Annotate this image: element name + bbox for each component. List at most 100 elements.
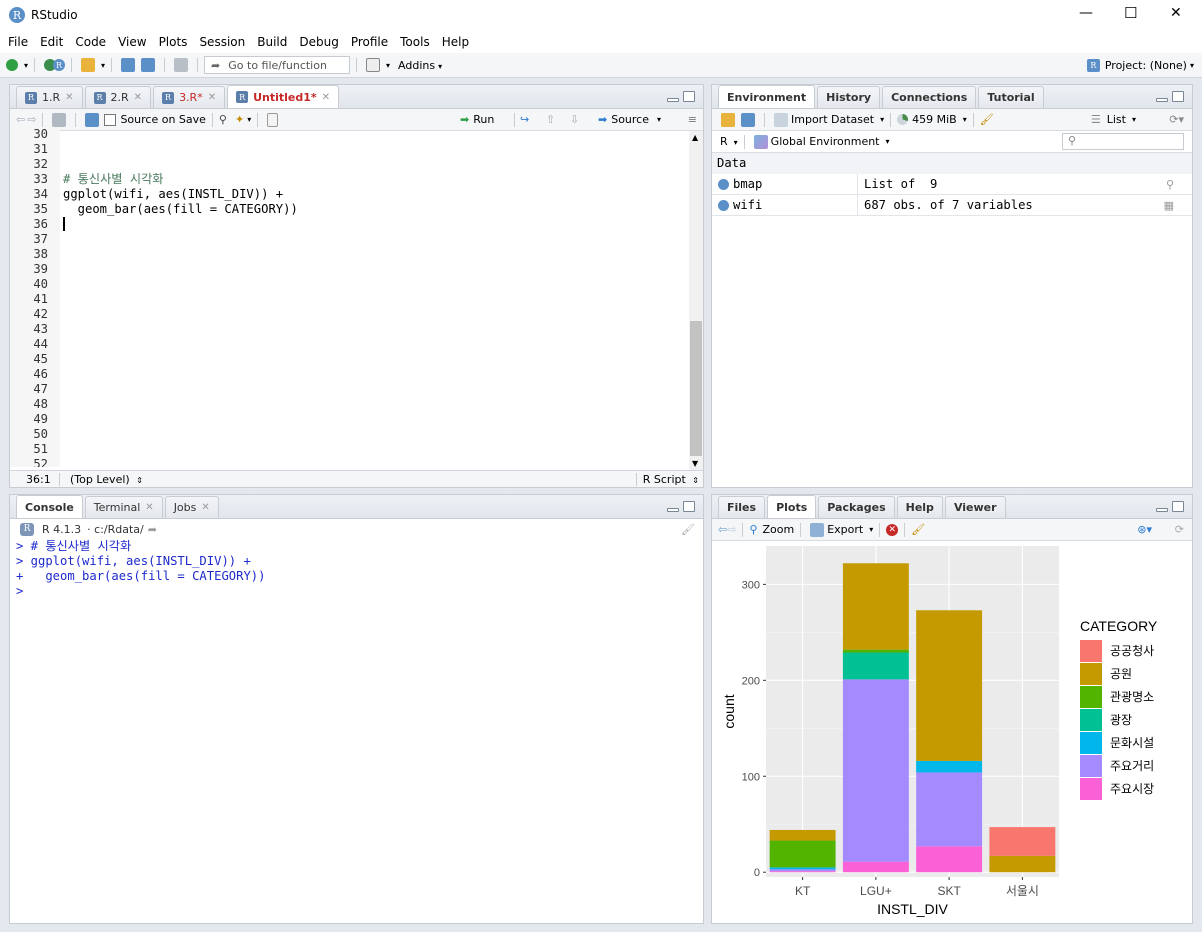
menu-profile[interactable]: Profile bbox=[351, 35, 388, 49]
code-line[interactable] bbox=[63, 127, 683, 142]
scope-selector[interactable]: (Top Level) ⇕ bbox=[60, 473, 143, 486]
show-in-window-icon[interactable] bbox=[52, 112, 67, 127]
env-row[interactable]: bmap List of 9 ⚲ bbox=[712, 173, 1192, 195]
close-button[interactable]: ✕ bbox=[1170, 5, 1182, 21]
save-file-icon[interactable] bbox=[85, 112, 100, 127]
bar-segment[interactable] bbox=[769, 869, 836, 872]
editor-tab-4[interactable]: R Untitled1* ✕ bbox=[227, 85, 340, 108]
code-lines[interactable]: # 통신사별 시각화 ggplot(wifi, aes(INSTL_DIV)) +… bbox=[63, 127, 683, 472]
environment-selector[interactable]: Global Environment ▾ bbox=[751, 134, 890, 149]
bar-segment[interactable] bbox=[769, 829, 836, 841]
close-tab-icon[interactable]: ✕ bbox=[208, 92, 216, 103]
menu-session[interactable]: Session bbox=[199, 35, 245, 49]
file-type-selector[interactable]: R Script ⇕ bbox=[635, 472, 699, 486]
bar-segment[interactable] bbox=[769, 867, 836, 870]
source-button[interactable]: ➡ Source ▾ bbox=[598, 113, 661, 126]
bar-segment[interactable] bbox=[989, 855, 1056, 873]
rerun-icon[interactable]: ↪ bbox=[520, 113, 529, 126]
go-down-icon[interactable]: ⇩ bbox=[570, 113, 579, 126]
menu-file[interactable]: File bbox=[8, 35, 28, 49]
code-editor[interactable]: 30 31 32 33 34 35 36 37 38 39 40 41 42 43 44 45 46 47 48 49… bbox=[10, 127, 703, 471]
bar-segment[interactable] bbox=[916, 846, 983, 873]
files-tab-viewer[interactable]: Viewer bbox=[944, 496, 1006, 518]
files-tab-help[interactable]: Help bbox=[896, 496, 943, 518]
save-workspace-icon[interactable] bbox=[741, 112, 755, 127]
code-line[interactable] bbox=[63, 397, 683, 412]
close-tab-icon[interactable]: ✕ bbox=[134, 92, 142, 103]
clear-objects-icon[interactable]: 🖌 bbox=[980, 113, 994, 126]
view-mode-menu[interactable]: ☰ List ▾ bbox=[1091, 113, 1136, 126]
code-line[interactable] bbox=[63, 337, 683, 352]
expand-icon[interactable] bbox=[718, 178, 729, 190]
goto-file-input[interactable]: ➦ Go to file/function bbox=[204, 56, 351, 74]
bar-segment[interactable] bbox=[769, 840, 836, 868]
find-icon[interactable]: ⚲ bbox=[219, 113, 227, 126]
code-line[interactable] bbox=[63, 427, 683, 442]
code-line[interactable] bbox=[63, 157, 683, 172]
save-all-icon[interactable] bbox=[141, 58, 156, 72]
prev-plot-icon[interactable]: ⇦ bbox=[718, 523, 727, 536]
plots-window-controls[interactable] bbox=[1156, 501, 1184, 512]
bar-chart[interactable]: 0 100 200 300 KT LGU+ SKT 서울시 INSTL_DIV count CATE… bbox=[712, 542, 1192, 924]
clear-plots-icon[interactable]: 🖌 bbox=[911, 523, 925, 536]
bar-segment[interactable] bbox=[842, 861, 909, 873]
load-workspace-icon[interactable] bbox=[721, 112, 735, 127]
import-dataset-menu[interactable]: Import Dataset ▾ bbox=[771, 112, 884, 127]
zoom-button[interactable]: ⚲ Zoom bbox=[749, 523, 794, 536]
working-dir[interactable]: · c:/Rdata/ bbox=[87, 523, 144, 536]
close-tab-icon[interactable]: ✕ bbox=[65, 92, 73, 103]
minimize-button[interactable]: — bbox=[1079, 5, 1093, 21]
code-line[interactable] bbox=[63, 442, 683, 457]
bar-segment[interactable] bbox=[916, 772, 983, 847]
code-line[interactable] bbox=[63, 262, 683, 277]
refresh-env-icon[interactable]: ⟳▾ bbox=[1169, 113, 1184, 126]
menu-edit[interactable]: Edit bbox=[40, 35, 63, 49]
console-window-controls[interactable] bbox=[667, 501, 695, 512]
files-tab-files[interactable]: Files bbox=[718, 496, 766, 518]
code-line[interactable] bbox=[63, 232, 683, 247]
expand-icon[interactable] bbox=[718, 199, 729, 211]
code-line[interactable]: ggplot(wifi, aes(INSTL_DIV)) + bbox=[63, 187, 683, 202]
env-tab-connections[interactable]: Connections bbox=[882, 86, 977, 108]
menu-view[interactable]: View bbox=[118, 35, 146, 49]
menu-code[interactable]: Code bbox=[75, 35, 106, 49]
bar-segment[interactable] bbox=[989, 827, 1056, 856]
language-selector[interactable]: R ▾ bbox=[720, 135, 738, 148]
code-line[interactable] bbox=[63, 277, 683, 292]
console-tab-jobs[interactable]: Jobs ✕ bbox=[164, 496, 219, 518]
menu-tools[interactable]: Tools bbox=[400, 35, 430, 49]
inspect-icon[interactable]: ⚲ bbox=[1166, 178, 1174, 191]
code-line[interactable] bbox=[63, 247, 683, 262]
env-tab-history[interactable]: History bbox=[817, 86, 881, 108]
menu-debug[interactable]: Debug bbox=[299, 35, 338, 49]
data-viewer-icon[interactable]: ▦ bbox=[1164, 199, 1174, 212]
editor-tab-3[interactable]: R 3.R* ✕ bbox=[153, 86, 226, 108]
export-menu[interactable]: Export ▾ bbox=[807, 522, 873, 537]
addins-menu[interactable]: Addins ▾ bbox=[398, 59, 442, 72]
refresh-plot-icon[interactable]: ⟳ bbox=[1175, 523, 1184, 536]
code-line[interactable] bbox=[63, 142, 683, 157]
files-tab-plots[interactable]: Plots bbox=[767, 495, 817, 518]
back-arrow-icon[interactable]: ⇦ bbox=[16, 113, 25, 126]
bar-segment[interactable] bbox=[916, 610, 983, 761]
grid-layout-icon[interactable] bbox=[366, 58, 381, 72]
close-tab-icon[interactable]: ✕ bbox=[322, 92, 330, 103]
run-button[interactable]: ➡ Run bbox=[460, 113, 494, 126]
files-tab-packages[interactable]: Packages bbox=[818, 496, 895, 518]
bar-segment[interactable] bbox=[842, 563, 909, 650]
maximize-button[interactable]: ☐ bbox=[1124, 4, 1137, 22]
print-icon[interactable] bbox=[174, 58, 189, 72]
pane-window-controls[interactable] bbox=[667, 91, 695, 102]
editor-menu-icon[interactable]: ≡ bbox=[688, 113, 697, 126]
menu-help[interactable]: Help bbox=[442, 35, 469, 49]
bar-segment[interactable] bbox=[916, 760, 983, 773]
code-line[interactable] bbox=[63, 292, 683, 307]
memory-usage[interactable]: 459 MiB ▾ bbox=[897, 113, 967, 126]
close-tab-icon[interactable]: ✕ bbox=[201, 502, 209, 513]
env-tab-environment[interactable]: Environment bbox=[718, 85, 816, 108]
env-row[interactable]: wifi 687 obs. of 7 variables ▦ bbox=[712, 194, 1192, 216]
new-file-icon[interactable] bbox=[6, 59, 18, 71]
project-menu[interactable]: R Project: (None) ▾ bbox=[1086, 58, 1194, 72]
editor-tab-2[interactable]: R 2.R ✕ bbox=[84, 86, 152, 108]
console-tab-terminal[interactable]: Terminal ✕ bbox=[84, 496, 163, 518]
